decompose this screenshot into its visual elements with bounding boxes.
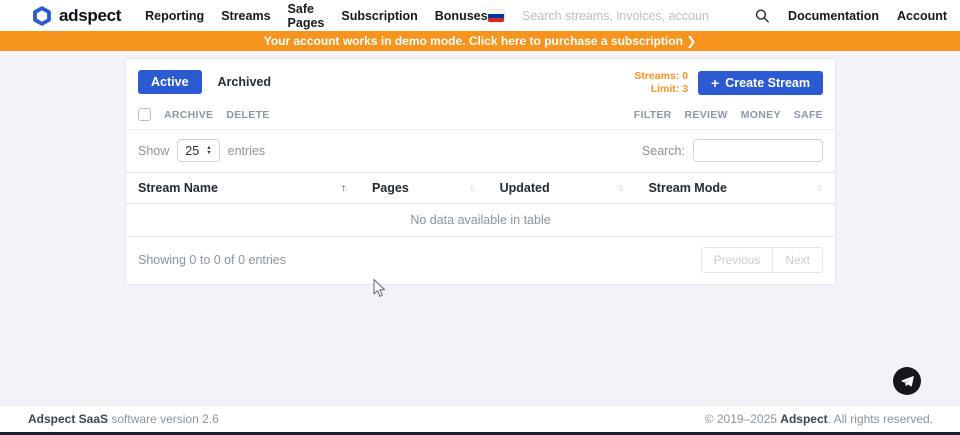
delete-action[interactable]: DELETE xyxy=(226,109,269,121)
global-search-input[interactable] xyxy=(522,9,709,23)
nav-item-reporting[interactable]: Reporting xyxy=(145,9,204,23)
table-search-control: Search: xyxy=(642,139,823,162)
column-pages[interactable]: Pages ↑↓ xyxy=(360,173,488,204)
footer-version: Adspect SaaS software version 2.6 xyxy=(28,412,219,426)
quota-limit: Limit: 3 xyxy=(634,83,688,96)
money-link[interactable]: MONEY xyxy=(741,109,781,121)
logo-text: adspect xyxy=(59,6,121,26)
demo-banner-text: Your account works in demo mode. Click h… xyxy=(264,34,697,48)
streams-card: Active Archived Streams: 0 Limit: 3 + Cr… xyxy=(125,58,836,285)
demo-mode-banner[interactable]: Your account works in demo mode. Click h… xyxy=(0,31,960,51)
filter-link[interactable]: FILTER xyxy=(634,109,672,121)
create-stream-label: Create Stream xyxy=(725,76,810,90)
tab-archived[interactable]: Archived xyxy=(218,75,272,89)
nav-item-bonuses[interactable]: Bonuses xyxy=(435,9,488,23)
create-stream-button[interactable]: + Create Stream xyxy=(698,71,823,95)
copyright-brand: Adspect xyxy=(780,412,827,426)
main-nav: Reporting Streams Safe Pages Subscriptio… xyxy=(145,2,487,30)
empty-message: No data available in table xyxy=(126,204,835,237)
sort-icon-pages: ↑↓ xyxy=(469,183,476,194)
entries-select[interactable]: 25 ▲▼ xyxy=(177,139,219,162)
select-updown-icon: ▲▼ xyxy=(206,146,211,155)
card-header-right: Streams: 0 Limit: 3 + Create Stream xyxy=(634,70,823,96)
column-label: Updated xyxy=(500,181,550,195)
column-updated[interactable]: Updated ↑↓ xyxy=(488,173,637,204)
safe-link[interactable]: SAFE xyxy=(794,109,823,121)
streams-table: Stream Name ↑↓ Pages ↑↓ Updated ↑↓ Strea… xyxy=(126,172,835,237)
sort-icon-stream-name: ↑↓ xyxy=(341,183,348,194)
nav-item-subscription[interactable]: Subscription xyxy=(341,9,417,23)
entries-control: Show 25 ▲▼ entries xyxy=(138,139,265,162)
quota-info: Streams: 0 Limit: 3 xyxy=(634,70,688,96)
entries-value: 25 xyxy=(185,144,199,158)
select-all-checkbox[interactable] xyxy=(138,108,151,121)
archive-action[interactable]: ARCHIVE xyxy=(164,109,213,121)
adspect-hexagon-icon xyxy=(32,6,52,26)
column-label: Pages xyxy=(372,181,409,195)
telegram-chat-button[interactable] xyxy=(893,367,921,395)
footer-brand: Adspect SaaS xyxy=(28,412,108,426)
filter-links: FILTER REVIEW MONEY SAFE xyxy=(634,109,823,121)
tab-active[interactable]: Active xyxy=(138,70,202,94)
nav-item-account[interactable]: Account xyxy=(897,9,947,23)
nav-item-streams[interactable]: Streams xyxy=(221,9,270,23)
main-content: Active Archived Streams: 0 Limit: 3 + Cr… xyxy=(0,51,960,405)
entries-suffix: entries xyxy=(228,144,266,158)
nav-item-safe-pages[interactable]: Safe Pages xyxy=(288,2,325,30)
column-stream-mode[interactable]: Stream Mode ↑↓ xyxy=(636,173,835,204)
top-navbar: adspect Reporting Streams Safe Pages Sub… xyxy=(0,0,960,31)
copyright-years: © 2019–2025 xyxy=(705,412,781,426)
column-label: Stream Mode xyxy=(648,181,727,195)
review-link[interactable]: REVIEW xyxy=(685,109,728,121)
nav-item-documentation[interactable]: Documentation xyxy=(788,9,879,23)
table-search-input[interactable] xyxy=(693,139,823,162)
footer-copyright: © 2019–2025 Adspect. All rights reserved… xyxy=(705,412,933,426)
sort-icon-updated: ↑↓ xyxy=(617,183,624,194)
pagination: Previous Next xyxy=(701,247,823,273)
page-footer: Adspect SaaS software version 2.6 © 2019… xyxy=(0,405,960,432)
language-flag-russia-icon[interactable] xyxy=(488,10,504,22)
next-page-button[interactable]: Next xyxy=(773,247,823,273)
bulk-toolbar: ARCHIVE DELETE FILTER REVIEW MONEY SAFE xyxy=(126,103,835,130)
column-stream-name[interactable]: Stream Name ↑↓ xyxy=(126,173,360,204)
card-footer: Showing 0 to 0 of 0 entries Previous Nex… xyxy=(126,237,835,284)
navbar-right: Documentation Account Sign Out xyxy=(488,2,960,30)
showing-entries-info: Showing 0 to 0 of 0 entries xyxy=(138,253,286,267)
empty-row: No data available in table xyxy=(126,204,835,237)
footer-version-text: software version 2.6 xyxy=(108,412,219,426)
stream-tabs: Active Archived xyxy=(138,70,271,94)
telegram-plane-icon xyxy=(900,374,915,389)
sort-icon-stream-mode: ↑↓ xyxy=(816,183,823,194)
card-header: Active Archived Streams: 0 Limit: 3 + Cr… xyxy=(126,59,835,103)
previous-page-button[interactable]: Previous xyxy=(701,247,774,273)
adspect-logo[interactable]: adspect xyxy=(32,6,121,26)
table-controls: Show 25 ▲▼ entries Search: xyxy=(126,130,835,172)
plus-icon: + xyxy=(711,78,719,88)
search-icon[interactable] xyxy=(755,8,770,24)
bulk-actions: ARCHIVE DELETE xyxy=(138,108,270,121)
copyright-rest: . All rights reserved. xyxy=(828,412,933,426)
table-header-row: Stream Name ↑↓ Pages ↑↓ Updated ↑↓ Strea… xyxy=(126,173,835,204)
table-search-label: Search: xyxy=(642,144,685,158)
column-label: Stream Name xyxy=(138,181,218,195)
quota-streams: Streams: 0 xyxy=(634,70,688,83)
show-label: Show xyxy=(138,144,169,158)
